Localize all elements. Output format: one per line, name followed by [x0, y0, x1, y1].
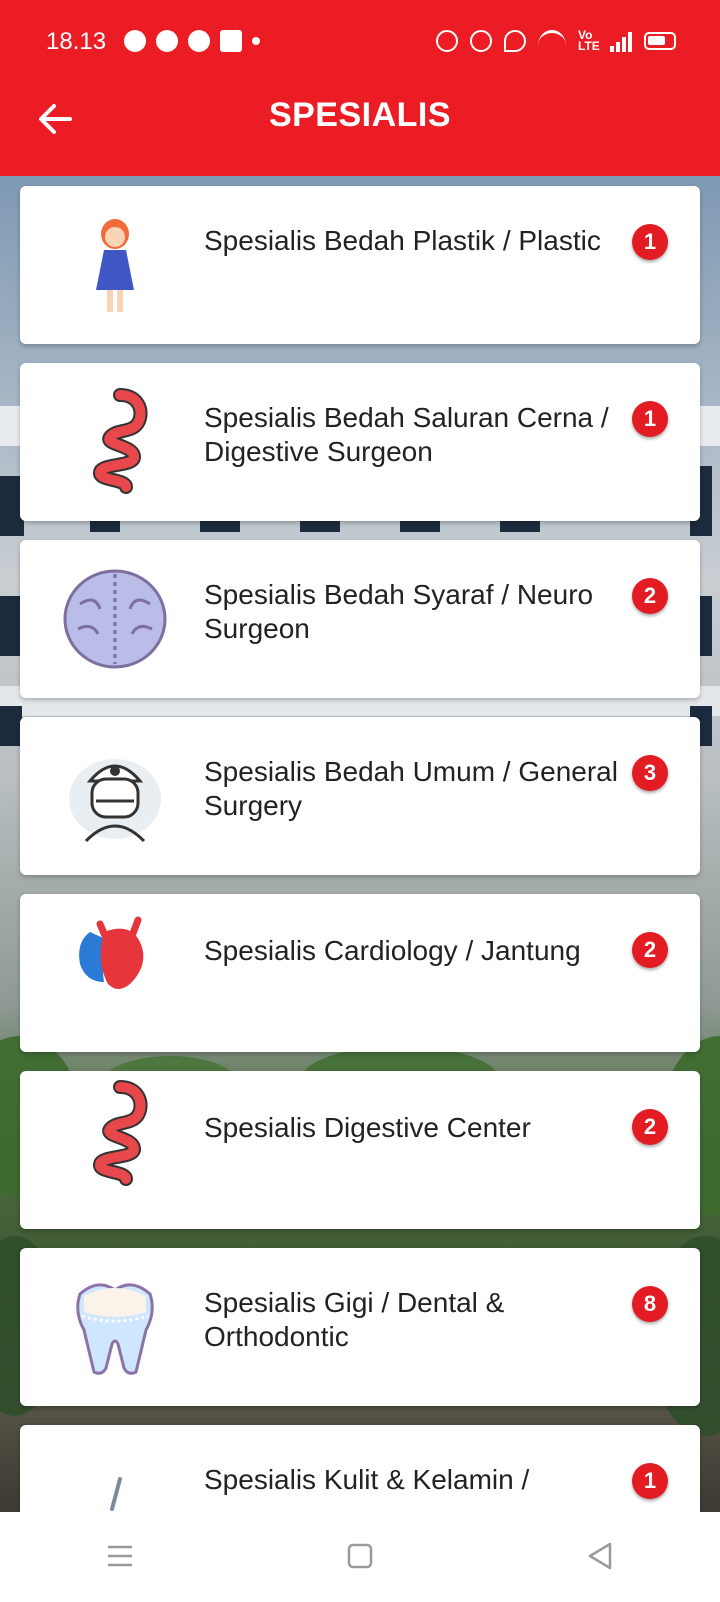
specialty-label: Spesialis Kulit & Kelamin / [204, 1464, 530, 1495]
list-item[interactable]: Spesialis Cardiology / Jantung 2 [20, 894, 700, 1052]
doctor-count-badge: 1 [632, 224, 668, 260]
list-item[interactable]: Spesialis Gigi / Dental & Orthodontic 8 [20, 1248, 700, 1406]
doctor-count-badge: 2 [632, 1109, 668, 1145]
signal-icon [610, 30, 632, 52]
list-item[interactable]: Spesialis Bedah Saluran Cerna / Digestiv… [20, 363, 700, 521]
alarm-icon [470, 30, 492, 52]
page-title: SPESIALIS [268, 96, 452, 134]
doctor-count-badge: 2 [632, 578, 668, 614]
recent-apps-button[interactable] [90, 1526, 150, 1586]
notification-icons [124, 30, 260, 52]
system-back-button[interactable] [570, 1526, 630, 1586]
list-item[interactable]: Spesialis Bedah Plastik / Plastic 1 [20, 186, 700, 344]
specialty-label: Spesialis Bedah Umum / General Surgery [204, 756, 618, 821]
specialty-label: Spesialis Cardiology / Jantung [204, 935, 581, 966]
home-button[interactable] [330, 1526, 390, 1586]
system-status-icons: Vo LTE [436, 28, 676, 53]
woman-figure-icon [60, 210, 170, 320]
wifi-icon [538, 30, 566, 52]
specialty-label: Spesialis Bedah Syaraf / Neuro Surgeon [204, 579, 594, 644]
specialty-label: Spesialis Gigi / Dental & Orthodontic [204, 1287, 505, 1352]
home-square-icon [347, 1543, 373, 1569]
list-item[interactable]: Spesialis Bedah Umum / General Surgery 3 [20, 717, 700, 875]
specialty-label: Spesialis Bedah Saluran Cerna / Digestiv… [204, 402, 609, 467]
doctor-count-badge: 3 [632, 755, 668, 791]
tooth-icon [60, 1272, 170, 1382]
game-icon [156, 30, 178, 52]
surgeon-icon [60, 741, 170, 851]
doctor-count-badge: 8 [632, 1286, 668, 1322]
doctor-count-badge: 1 [632, 1463, 668, 1499]
location-icon [504, 30, 526, 52]
mute-icon [436, 30, 458, 52]
menu-icon [108, 1545, 132, 1567]
doctor-count-badge: 2 [632, 932, 668, 968]
facebook-icon [220, 30, 242, 52]
battery-icon [644, 32, 676, 50]
volte-label: Vo LTE [578, 28, 600, 53]
system-nav-bar [0, 1512, 720, 1600]
more-notifications-icon [252, 37, 260, 45]
stomach-icon [60, 387, 170, 497]
stomach-icon [60, 1079, 170, 1189]
app-header: 18.13 Vo LTE SPESIALIS [0, 0, 720, 176]
back-triangle-icon [588, 1542, 612, 1570]
specialty-label: Spesialis Digestive Center [204, 1112, 531, 1143]
specialty-label: Spesialis Bedah Plastik / Plastic [204, 225, 601, 256]
list-item[interactable]: Spesialis Digestive Center 2 [20, 1071, 700, 1229]
brain-icon [60, 564, 170, 674]
line-app-icon [124, 30, 146, 52]
specialty-list: Spesialis Bedah Plastik / Plastic 1 Spes… [20, 186, 700, 1602]
status-time: 18.13 [46, 28, 107, 55]
heart-icon [60, 902, 170, 1012]
doctor-count-badge: 1 [632, 401, 668, 437]
list-item[interactable]: Spesialis Bedah Syaraf / Neuro Surgeon 2 [20, 540, 700, 698]
chat-icon [188, 30, 210, 52]
